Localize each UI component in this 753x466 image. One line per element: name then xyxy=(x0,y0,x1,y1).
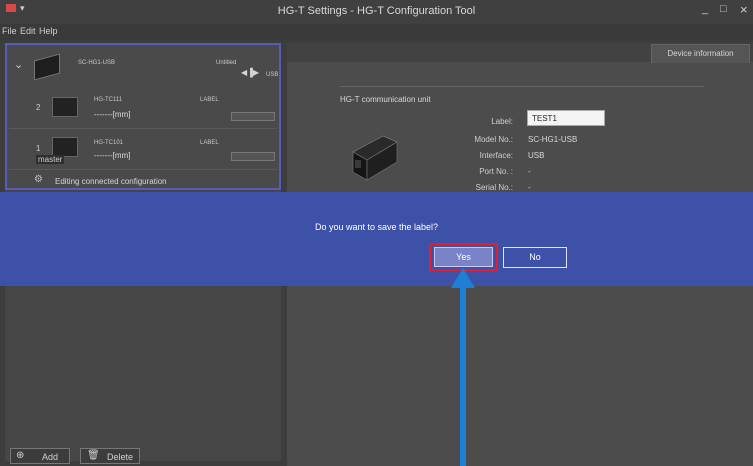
trash-icon: 🗑 xyxy=(87,450,100,461)
unit-value: -------[mm] xyxy=(94,151,131,160)
section-divider xyxy=(340,86,704,87)
pointer-arrow-icon xyxy=(451,268,475,466)
serial-number-value: - xyxy=(528,183,531,192)
field-label: Label: xyxy=(491,117,513,126)
add-button-label: Add xyxy=(42,452,59,462)
controller-model: SC-HG1-USB xyxy=(78,60,116,66)
chevron-down-icon[interactable]: ⌄ xyxy=(14,58,23,71)
interface-value: USB xyxy=(528,151,545,160)
field-label: Model No.: xyxy=(474,135,513,144)
delete-button[interactable]: 🗑 Delete xyxy=(80,448,140,464)
delete-button-label: Delete xyxy=(107,452,134,462)
yes-button[interactable]: Yes xyxy=(434,247,493,267)
menu-bar xyxy=(0,24,753,40)
menu-help[interactable]: Help xyxy=(39,26,58,36)
gear-icon: ⚙ xyxy=(34,174,43,185)
unit-model: HG-TC111 xyxy=(94,97,123,103)
label-input[interactable]: TEST1 xyxy=(527,110,605,126)
communication-unit-image xyxy=(352,135,398,181)
unit-label-header: LABEL xyxy=(200,97,219,103)
field-label: Port No. : xyxy=(479,167,513,176)
controller-interface: USB xyxy=(266,72,279,78)
tree-row-unit-2[interactable] xyxy=(9,87,277,129)
model-number-value: SC-HG1-USB xyxy=(528,135,578,144)
field-label: Interface: xyxy=(479,151,513,160)
status-text: Editing connected configuration xyxy=(55,177,167,186)
window-title: HG-T Settings - HG-T Configuration Tool xyxy=(277,5,476,17)
add-button[interactable]: ⊕ Add xyxy=(10,448,70,464)
maximize-button[interactable]: □ xyxy=(720,3,727,15)
unit-number: 1 xyxy=(36,144,41,153)
controller-label: Untitled xyxy=(216,60,237,66)
section-title: HG-T communication unit xyxy=(340,95,431,104)
unit-number: 2 xyxy=(36,103,41,112)
no-button[interactable]: No xyxy=(503,247,567,268)
unit-model: HG-TC101 xyxy=(94,140,124,146)
close-button[interactable]: × xyxy=(740,2,748,17)
sensor-head-image xyxy=(52,137,78,157)
plus-circle-icon: ⊕ xyxy=(16,450,25,461)
port-number-value: - xyxy=(528,167,531,176)
unit-label-field[interactable] xyxy=(231,152,275,161)
dialog-message: Do you want to save the label? xyxy=(314,222,439,232)
unit-label-header: LABEL xyxy=(200,140,219,146)
usb-connector-icon: ◀▐▶ xyxy=(241,68,259,77)
minimize-button[interactable]: _ xyxy=(702,3,708,15)
save-label-dialog xyxy=(0,192,753,286)
unit-label-field[interactable] xyxy=(231,112,275,121)
menu-edit[interactable]: Edit xyxy=(20,26,36,36)
master-badge: master xyxy=(36,155,65,164)
field-label: Serial No.: xyxy=(475,183,513,192)
unit-value: -------[mm] xyxy=(94,110,131,119)
sensor-head-image xyxy=(52,97,78,117)
menu-file[interactable]: File xyxy=(2,26,17,36)
tab-device-information[interactable]: Device information xyxy=(651,44,750,63)
